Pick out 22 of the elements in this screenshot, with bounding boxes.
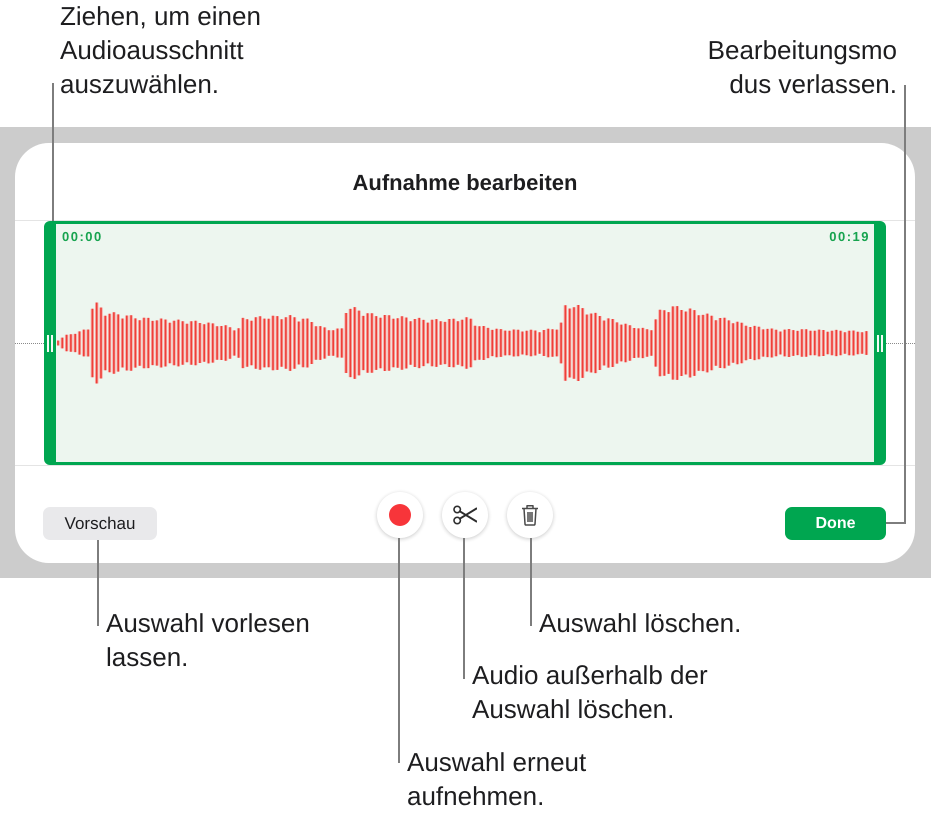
annotation-text: Audio außerhalb der Auswahl löschen. (472, 659, 708, 726)
annotation-text: Auswahl löschen. (539, 607, 742, 640)
time-label: 00:00 (62, 229, 103, 244)
trim-button[interactable] (442, 492, 488, 538)
done-button[interactable]: Done (785, 507, 886, 540)
annotation-text: Bearbeitungsmo dus verlassen. (708, 34, 897, 101)
grip-icon (47, 334, 53, 352)
record-button[interactable] (376, 492, 422, 538)
grip-icon (877, 334, 883, 352)
selection-handle[interactable] (44, 221, 56, 465)
record-icon (388, 504, 410, 526)
delete-button[interactable] (506, 492, 552, 538)
selection-handle[interactable] (874, 221, 886, 465)
annotation-text: Auswahl vorlesen lassen. (106, 607, 310, 674)
time-label: 00:19 (829, 229, 870, 244)
dialog-title: Aufnahme bearbeiten (352, 170, 578, 196)
annotation-text: Ziehen, um einen Audioausschnitt auszuwählen. (60, 0, 261, 101)
annotation-text: Auswahl erneut aufnehmen. (407, 746, 586, 813)
trash-icon (520, 504, 538, 526)
scissors-icon (452, 505, 476, 525)
selection-area[interactable]: 00:00 00:19 (56, 221, 874, 465)
preview-button[interactable]: Vorschau (43, 507, 157, 540)
